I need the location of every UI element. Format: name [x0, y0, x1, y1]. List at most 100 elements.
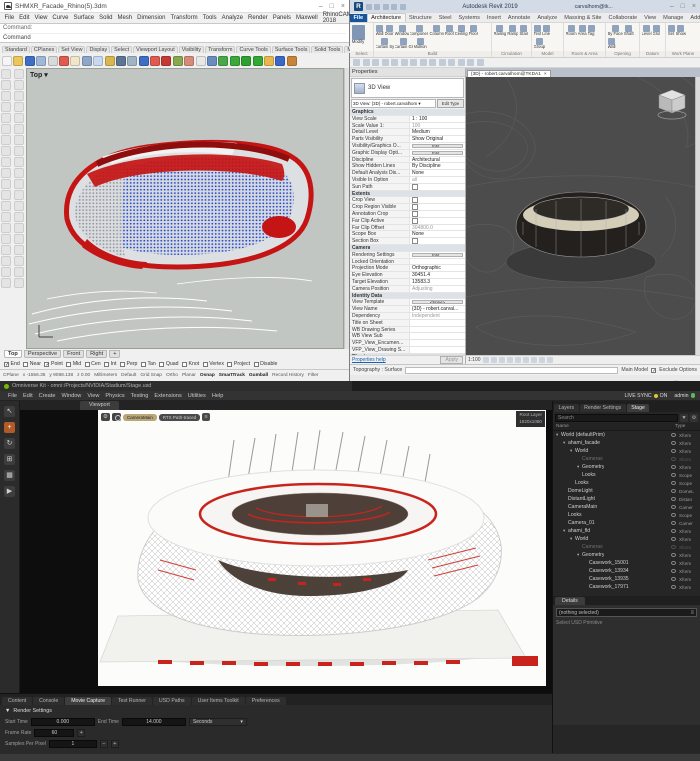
property-value[interactable]: [410, 211, 465, 217]
property-value[interactable]: By Discipline: [410, 163, 465, 169]
toolbar-tab[interactable]: Viewport Layout: [133, 46, 178, 53]
view-control-icon[interactable]: [499, 357, 505, 363]
osnap-checkbox[interactable]: Project: [227, 361, 250, 367]
status-item[interactable]: Filter: [308, 373, 319, 378]
ribbon-tool[interactable]: Grid: [653, 25, 661, 37]
modify-icon[interactable]: [391, 59, 398, 66]
property-row[interactable]: VFP_View_Encumen...: [350, 340, 465, 347]
ribbon-tool[interactable]: Line: [542, 25, 550, 37]
tool-icon[interactable]: [1, 102, 11, 112]
modify-icon[interactable]: [467, 59, 474, 66]
type-selector-preview[interactable]: 3D View: [351, 78, 464, 98]
render-frame[interactable]: ⚙ CameraMain RTX Path-traced ≡ Root Laye…: [98, 410, 546, 686]
panel-tab[interactable]: Content: [2, 697, 32, 705]
status-item[interactable]: CPlane: [3, 373, 19, 378]
tool-icon[interactable]: [14, 146, 24, 156]
ribbon-tool[interactable]: Door: [385, 25, 394, 37]
view-control-icon[interactable]: [531, 357, 537, 363]
property-value[interactable]: [410, 238, 465, 244]
tool-icon[interactable]: [1, 91, 11, 101]
property-value[interactable]: 100: [410, 123, 465, 129]
property-value[interactable]: Medium: [410, 129, 465, 135]
property-row[interactable]: Title on Sheet: [350, 320, 465, 327]
tool-icon[interactable]: [14, 135, 24, 145]
visibility-eye-icon[interactable]: [671, 465, 676, 469]
revit-titlebar[interactable]: R Autodesk Revit 2019 carvalhom@tk... –□…: [350, 0, 700, 13]
stage-tree-row[interactable]: Cameras Xform: [553, 543, 700, 551]
property-row[interactable]: Crop View: [350, 197, 465, 204]
toolbar-icon[interactable]: [70, 56, 80, 66]
menu-item[interactable]: Mesh: [115, 15, 135, 21]
name-column-header[interactable]: Name: [556, 424, 569, 429]
property-row[interactable]: Camera Position Adjusting: [350, 286, 465, 293]
toolbar-tab[interactable]: Select: [111, 46, 132, 53]
property-row[interactable]: View Name {3D} - robert.carval...: [350, 306, 465, 313]
property-row[interactable]: Graphic Display Opti... Edit...: [350, 150, 465, 157]
panel-tab[interactable]: Test Runner: [112, 697, 152, 705]
property-row[interactable]: Identity Data: [350, 293, 465, 300]
status-item[interactable]: x -1556.35: [23, 373, 46, 378]
status-item[interactable]: Grid Snap: [140, 373, 162, 378]
menu-item[interactable]: Window: [58, 393, 84, 399]
status-item[interactable]: z 0.00: [77, 373, 90, 378]
tool-icon[interactable]: [1, 201, 11, 211]
toolbar-icon[interactable]: [2, 56, 12, 66]
visibility-eye-icon[interactable]: [671, 577, 676, 581]
omniverse-viewport-area[interactable]: Viewport ⚙ CameraMain RTX Path-traced ≡ …: [20, 401, 552, 693]
tool-icon[interactable]: [1, 267, 11, 277]
property-row[interactable]: Visibility/Graphics O... Edit...: [350, 143, 465, 150]
close-button[interactable]: ×: [341, 3, 345, 10]
property-row[interactable]: Far Clip Offset 304800.0: [350, 225, 465, 232]
ribbon-tool[interactable]: Tag: [588, 25, 595, 37]
modify-icon[interactable]: [363, 59, 370, 66]
ribbon-tab[interactable]: Annotate: [504, 14, 533, 22]
selection-field[interactable]: (nothing selected) ≡: [556, 608, 697, 617]
menu-item[interactable]: Render: [246, 15, 271, 21]
ribbon-tool[interactable]: Show: [676, 25, 686, 37]
toolbar-icon[interactable]: [275, 56, 285, 66]
visibility-eye-icon[interactable]: [671, 457, 676, 461]
gear-icon[interactable]: ⚙: [101, 413, 110, 421]
property-value[interactable]: [410, 320, 465, 326]
property-row[interactable]: Dependency Independent: [350, 313, 465, 320]
menu-item[interactable]: Physics: [102, 393, 127, 399]
modify-icon[interactable]: [372, 59, 379, 66]
modify-icon[interactable]: [477, 59, 484, 66]
property-row[interactable]: Eye Elevation 30451.4: [350, 272, 465, 279]
increment-button[interactable]: +: [77, 729, 85, 737]
view-tab[interactable]: Right: [86, 350, 107, 358]
property-value[interactable]: [370, 245, 465, 251]
visibility-eye-icon[interactable]: [671, 529, 676, 533]
menu-item[interactable]: View: [32, 15, 50, 21]
property-value[interactable]: None: [410, 231, 465, 237]
camera-icon[interactable]: [112, 413, 121, 421]
tool-icon[interactable]: [1, 234, 11, 244]
stage-tree-row[interactable]: Looks Scope: [553, 511, 700, 519]
ribbon-tool[interactable]: Set: [668, 25, 675, 37]
tool-icon[interactable]: [14, 179, 24, 189]
ribbon-tab[interactable]: Architecture: [367, 13, 406, 22]
property-value[interactable]: [382, 293, 465, 299]
toolbar-icon[interactable]: [93, 56, 103, 66]
rhino-titlebar[interactable]: SHMXR_Facade_Rhino(5).3dm –□×: [0, 0, 349, 13]
tool-icon[interactable]: [14, 157, 24, 167]
hamburger-menu-icon[interactable]: ≡: [690, 610, 694, 616]
samples-input[interactable]: 1: [49, 740, 97, 748]
account-name[interactable]: carvalhom@tk...: [575, 4, 613, 10]
property-value[interactable]: <None>: [412, 300, 463, 304]
menu-item[interactable]: Curve: [50, 15, 71, 21]
toolbar-icon[interactable]: [82, 56, 92, 66]
view-control-icon[interactable]: [483, 357, 489, 363]
view-tab[interactable]: Top: [4, 350, 22, 358]
tool-icon[interactable]: [14, 168, 24, 178]
osnap-checkbox[interactable]: Int: [104, 361, 116, 367]
status-item[interactable]: Planar: [182, 373, 196, 378]
panel-tab[interactable]: USD Paths: [153, 697, 191, 705]
status-item[interactable]: Osnap: [200, 373, 215, 378]
modify-icon[interactable]: [401, 59, 408, 66]
osnap-checkbox[interactable]: Quad: [159, 361, 178, 367]
stage-tree-row[interactable]: ahami_facade Xform: [553, 439, 700, 447]
view-scale[interactable]: 1:100: [468, 357, 481, 363]
modify-icon[interactable]: [410, 59, 417, 66]
osnap-checkbox[interactable]: Perp: [120, 361, 137, 367]
